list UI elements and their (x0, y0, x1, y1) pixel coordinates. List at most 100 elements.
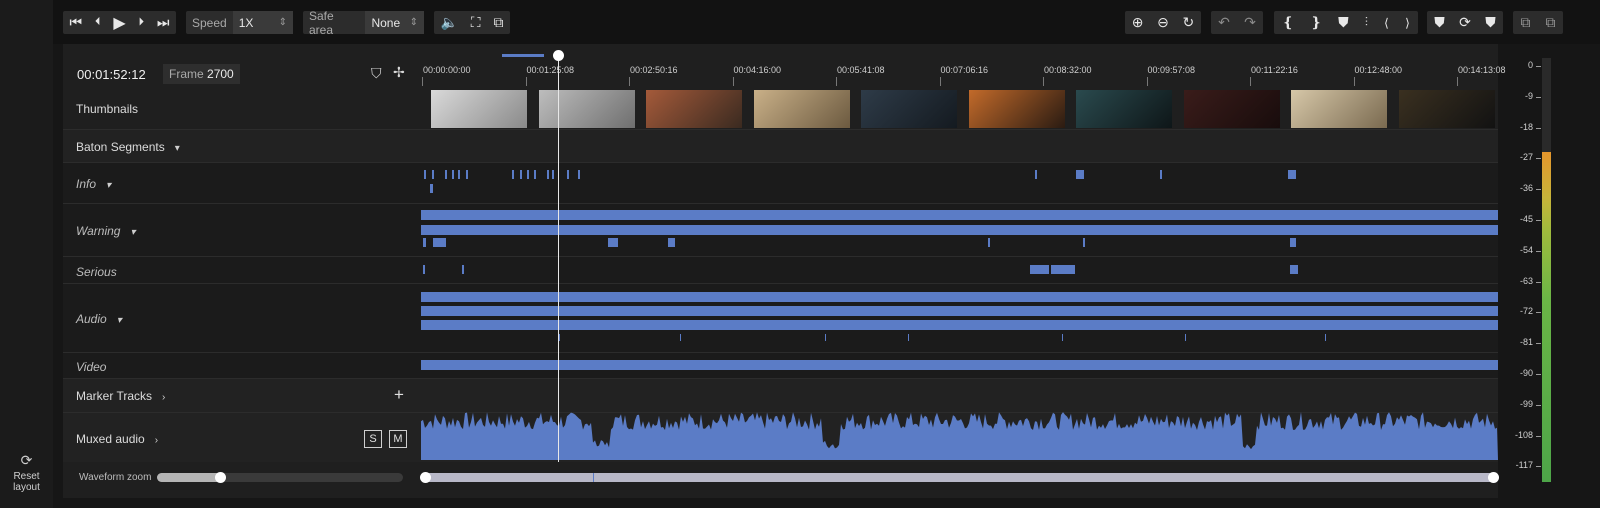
jump-end-icon[interactable]: ⏭ (157, 14, 170, 31)
zoom-reset-icon[interactable]: ↻ (1182, 14, 1194, 31)
event-marker[interactable] (668, 238, 675, 247)
scroll-end-handle[interactable] (1488, 472, 1499, 483)
event-marker[interactable] (430, 184, 433, 193)
thumbnail-frame[interactable] (538, 90, 635, 128)
zoom-out-icon[interactable]: ⊖ (1157, 14, 1169, 31)
event-marker[interactable] (680, 334, 681, 341)
event-marker[interactable] (1160, 170, 1162, 179)
paste-icon[interactable]: ⧉ (1546, 14, 1556, 31)
event-marker[interactable] (552, 170, 554, 179)
filter-icon[interactable]: ⛉ (371, 65, 382, 82)
event-marker[interactable] (421, 306, 1498, 316)
event-marker[interactable] (421, 210, 1498, 220)
thumbnail-frame[interactable] (861, 90, 957, 128)
event-marker[interactable] (608, 238, 618, 247)
event-marker[interactable] (421, 292, 1498, 302)
event-marker[interactable] (1290, 265, 1298, 274)
marker-icon[interactable]: ⛊ (1338, 14, 1349, 31)
event-marker[interactable] (423, 265, 425, 274)
event-marker[interactable] (433, 238, 446, 247)
event-marker[interactable] (527, 170, 529, 179)
event-marker[interactable] (1288, 170, 1296, 179)
mute-button[interactable]: M (389, 430, 407, 448)
fullscreen-icon[interactable]: ⛶ (471, 14, 481, 31)
event-marker[interactable] (432, 170, 434, 179)
event-marker[interactable] (512, 170, 514, 179)
event-marker[interactable] (462, 265, 464, 274)
waveform-zoom-slider[interactable] (157, 472, 403, 483)
play-icon[interactable]: ▶ (113, 13, 125, 33)
event-marker[interactable] (534, 170, 536, 179)
split-icon[interactable]: ⫶ (1365, 15, 1368, 30)
event-marker[interactable] (547, 170, 549, 179)
event-marker[interactable] (458, 170, 460, 179)
thumbnail-frame[interactable] (753, 90, 850, 128)
jump-start-icon[interactable]: ⏮ (69, 14, 82, 31)
scroll-start-handle[interactable] (420, 472, 431, 483)
event-marker[interactable] (1030, 265, 1049, 274)
event-marker[interactable] (1290, 238, 1296, 247)
loop-icon[interactable]: ⟳ (1459, 14, 1471, 31)
thumbnail-frame[interactable] (968, 90, 1065, 128)
loop-in-icon[interactable]: ⛊ (1434, 14, 1445, 31)
prev-marker-icon[interactable]: ⟨ (1384, 16, 1389, 30)
baton-segments-row[interactable]: Baton Segments ▾ (63, 129, 1498, 163)
info-label[interactable]: Info ▾ (76, 177, 111, 191)
event-marker[interactable] (423, 238, 426, 247)
event-marker[interactable] (1083, 238, 1085, 247)
event-marker[interactable] (578, 170, 580, 179)
add-track-icon[interactable]: ✢ (393, 64, 405, 81)
event-marker[interactable] (421, 320, 1498, 330)
event-marker[interactable] (559, 334, 560, 341)
event-marker[interactable] (1185, 334, 1186, 341)
event-marker[interactable] (424, 170, 426, 179)
event-marker[interactable] (1035, 170, 1037, 179)
step-back-icon[interactable]: ⏴ (95, 16, 101, 29)
volume-icon[interactable]: 🔈 (440, 14, 457, 31)
playhead-handle[interactable] (553, 50, 564, 61)
speed-select[interactable]: 1X ⇕ (232, 11, 293, 34)
step-forward-icon[interactable]: ⏵ (139, 16, 145, 29)
mark-in-icon[interactable]: ❴ (1282, 14, 1294, 31)
solo-button[interactable]: S (364, 430, 382, 448)
zoom-in-icon[interactable]: ⊕ (1132, 14, 1144, 31)
loop-out-icon[interactable]: ⛊ (1485, 14, 1496, 31)
event-marker[interactable] (520, 170, 522, 179)
meter-label: -117 (1515, 460, 1533, 471)
safe-area-select[interactable]: None ⇕ (365, 11, 424, 34)
event-marker[interactable] (1051, 265, 1075, 274)
muxed-audio-label[interactable]: Muxed audio › (76, 432, 158, 446)
undo-icon[interactable]: ↶ (1218, 14, 1230, 31)
redo-icon[interactable]: ↷ (1244, 14, 1256, 31)
timeline-scrollbar[interactable] (420, 472, 1499, 483)
event-marker[interactable] (1076, 170, 1084, 179)
event-marker[interactable] (421, 360, 1498, 370)
thumbnail-frame[interactable] (646, 90, 742, 128)
reset-layout-button[interactable]: ⟳ Reset layout (0, 452, 53, 493)
thumbnail-frame[interactable] (1398, 90, 1495, 128)
add-marker-track-icon[interactable]: + (394, 385, 404, 405)
event-marker[interactable] (452, 170, 454, 179)
event-marker[interactable] (421, 225, 1498, 235)
event-marker[interactable] (908, 334, 909, 341)
audio-label[interactable]: Audio ▾ (76, 312, 122, 326)
external-window-icon[interactable]: ⧉ (494, 14, 504, 31)
copy-icon[interactable]: ⧉ (1521, 14, 1531, 31)
event-marker[interactable] (1062, 334, 1063, 341)
waveform-zoom-handle[interactable] (215, 472, 226, 483)
warning-label[interactable]: Warning ▾ (76, 224, 136, 238)
event-marker[interactable] (988, 238, 990, 247)
event-marker[interactable] (466, 170, 468, 179)
muxed-audio-waveform[interactable] (421, 408, 1498, 462)
event-marker[interactable] (1325, 334, 1326, 341)
thumbnail-frame[interactable] (1076, 90, 1172, 128)
event-marker[interactable] (825, 334, 826, 341)
zoom-controls: ⊕ ⊖ ↻ (1125, 11, 1201, 34)
thumbnail-frame[interactable] (1183, 90, 1280, 128)
event-marker[interactable] (445, 170, 447, 179)
thumbnail-frame[interactable] (1291, 90, 1387, 128)
thumbnail-frame[interactable] (431, 90, 527, 128)
event-marker[interactable] (567, 170, 569, 179)
next-marker-icon[interactable]: ⟩ (1405, 16, 1410, 30)
mark-out-icon[interactable]: ❵ (1310, 14, 1322, 31)
